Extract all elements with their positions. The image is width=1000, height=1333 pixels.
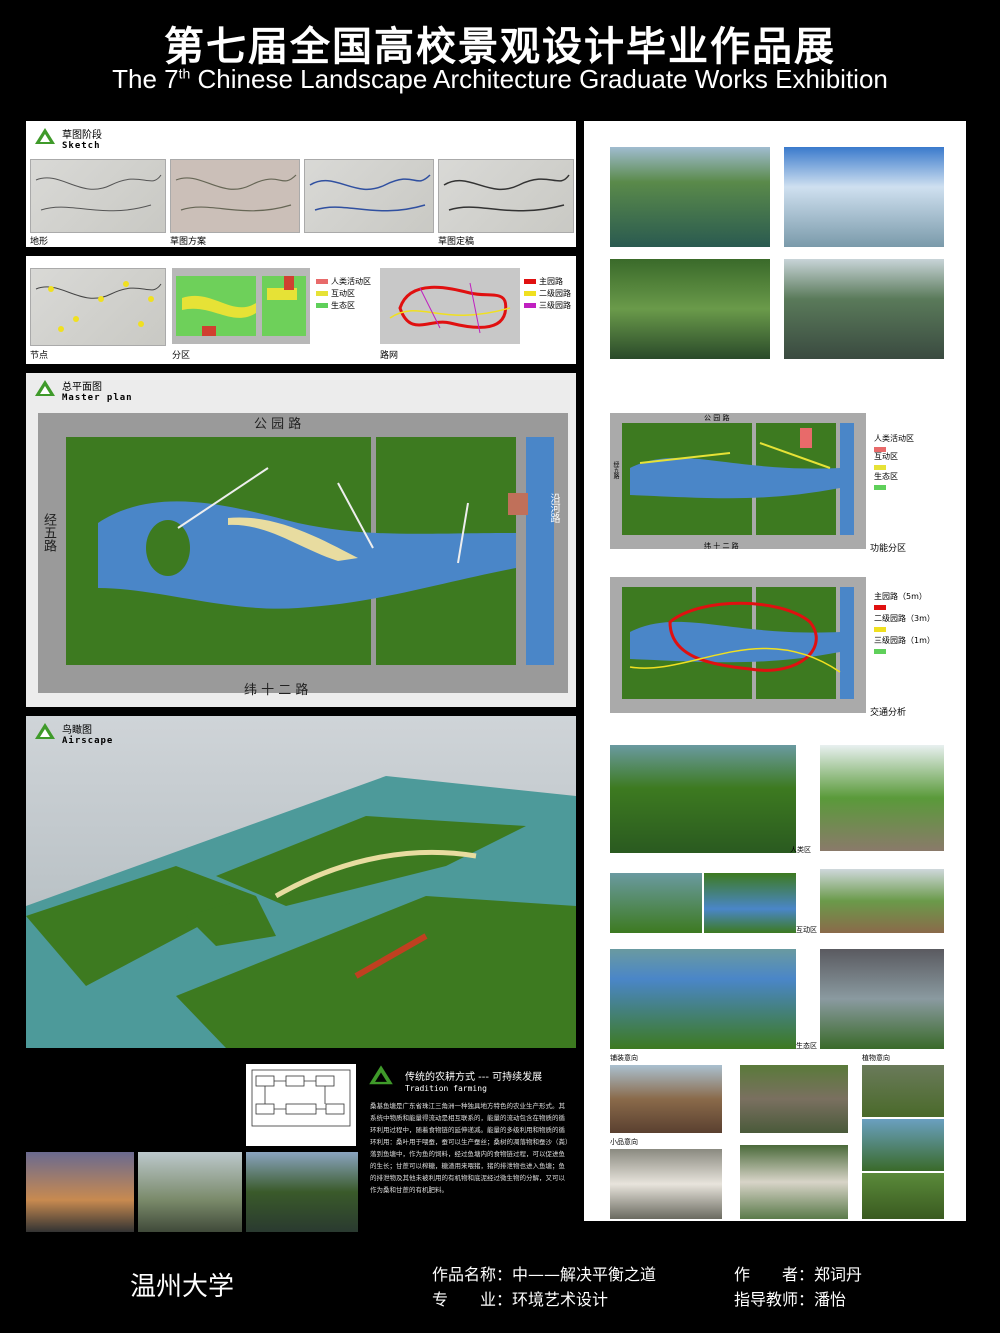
- eco-zone-photo: [820, 949, 944, 1049]
- interactive-photo: [820, 869, 944, 933]
- sketch-panel: 草图阶段 Sketch 地形 草图方案 草图定稿: [26, 121, 576, 247]
- sketch-plan-blue-image: [304, 159, 434, 233]
- sketch-plan-image: [170, 159, 300, 233]
- func-road-bottom: 纬 十 二 路: [704, 542, 739, 550]
- traffic-analysis-map: [610, 577, 866, 713]
- author-row: 作 者：郑词丹: [734, 1265, 863, 1284]
- road-legend-tertiary: 三级园路: [524, 300, 571, 311]
- logo-icon: [35, 380, 55, 396]
- poster-title-en: The 7th Chinese Landscape Architecture G…: [112, 64, 888, 94]
- func-legend-human: 人类活动区: [874, 433, 914, 452]
- master-plan-panel: 总平面图 Master plan 公 园 路 纬 十 二 路 经五路 沿河路: [26, 373, 576, 707]
- road-network-image: [380, 268, 520, 344]
- sketch-final-image: [438, 159, 574, 233]
- eco-zone-render: [610, 949, 796, 1049]
- sculpture-photo: [610, 1149, 722, 1219]
- sketch-heading-cn: 草图阶段: [62, 130, 102, 141]
- airscape-heading-en: Airscape: [62, 736, 114, 746]
- stone-inscription-photo: [740, 1145, 848, 1219]
- road-legend-main: 主园路: [524, 276, 563, 287]
- caption-eco-zone: 生态区: [796, 1042, 817, 1050]
- caption-terrain: 地形: [30, 237, 49, 247]
- road-legend-secondary: 二级园路: [524, 288, 571, 299]
- master-plan-map: [38, 413, 568, 693]
- caption-plants: 植物意向: [862, 1054, 890, 1062]
- master-road-top: 公 园 路: [254, 417, 302, 432]
- plant-photo-2: [862, 1119, 944, 1171]
- tradition-heading-cn: 传统的农耕方式 --- 可持续发展: [405, 1072, 543, 1083]
- logo-icon: [35, 723, 55, 739]
- trees-reflection-photo: [246, 1152, 358, 1232]
- boardwalk-paving-photo: [610, 1065, 722, 1133]
- func-legend-eco: 生态区: [874, 471, 898, 490]
- boardwalk-lake-photo: [610, 147, 770, 247]
- work-name-row: 作品名称：中——解决平衡之道: [432, 1265, 657, 1284]
- school-name: 温州大学: [130, 1272, 235, 1302]
- caption-sketch-final: 草图定稿: [438, 237, 475, 247]
- plant-photo-1: [862, 1065, 944, 1117]
- airscape-render: [26, 776, 576, 1048]
- master-plan-heading-cn: 总平面图: [62, 382, 102, 393]
- caption-human-zone: 人类区: [790, 846, 811, 854]
- caption-small-items: 小品意向: [610, 1138, 638, 1146]
- func-road-top: 公 园 路: [704, 414, 730, 422]
- human-zone-render: [610, 745, 796, 853]
- caption-roads: 路网: [380, 351, 399, 361]
- caption-zones: 分区: [172, 351, 191, 361]
- func-road-left: 经五路: [612, 461, 619, 479]
- tradition-paragraph: 桑基鱼塘是广东省珠江三角洲一种独具地方特色的农业生产形式。其系统中物质和能量得流…: [370, 1102, 569, 1194]
- human-zone-photo: [820, 745, 944, 851]
- analysis-panel: 人类活动区 互动区 生态区 主园路 二级园路 三级园路 节点 分区 路网: [26, 256, 576, 364]
- caption-interactive-zone: 互动区: [796, 926, 817, 934]
- caption-traffic-analysis: 交通分析: [870, 708, 907, 718]
- master-road-right: 沿河路: [548, 493, 559, 523]
- zone-legend-human: 人类活动区: [316, 276, 371, 287]
- traffic-legend-secondary: 二级园路（3m）: [874, 613, 935, 632]
- sunset-pavilion-photo: [26, 1152, 134, 1232]
- cycle-diagram: [246, 1064, 356, 1146]
- interactive-render-2: [704, 873, 796, 933]
- nodes-image: [30, 268, 166, 346]
- pavilion-lake-photo: [784, 147, 944, 247]
- caption-nodes: 节点: [30, 351, 49, 361]
- stone-path-photo: [740, 1065, 848, 1133]
- plant-photo-3: [862, 1173, 944, 1219]
- zigzag-bridge-photo: [784, 259, 944, 359]
- master-plan-heading-en: Master plan: [62, 393, 133, 403]
- caption-paving: 铺装意向: [610, 1054, 638, 1062]
- master-road-bottom: 纬 十 二 路: [244, 683, 309, 698]
- sketch-heading-en: Sketch: [62, 141, 101, 151]
- traffic-legend-main: 主园路（5m）: [874, 591, 927, 610]
- master-road-left: 经五路: [41, 513, 56, 552]
- function-zone-map: [610, 413, 866, 549]
- lotus-boardwalk-photo: [610, 259, 770, 359]
- tradition-heading-en: Tradition farming: [405, 1084, 487, 1093]
- func-legend-interactive: 互动区: [874, 451, 898, 470]
- caption-sketch-plan: 草图方案: [170, 237, 207, 247]
- airscape-heading-cn: 鸟瞰图: [62, 725, 92, 736]
- zone-legend-interactive: 互动区: [316, 288, 355, 299]
- interactive-render-1: [610, 873, 702, 933]
- traffic-legend-tertiary: 三级园路（1m）: [874, 635, 935, 654]
- logo-icon: [35, 128, 55, 144]
- airscape-panel: 鸟瞰图 Airscape: [26, 716, 576, 1048]
- major-row: 专 业：环境艺术设计: [432, 1290, 609, 1309]
- pond-fountain-photo: [138, 1152, 242, 1232]
- right-column-panel: 公 园 路 纬 十 二 路 经五路 人类活动区 互动区 生态区 功能分区 主园路…: [584, 121, 966, 1221]
- sketch-terrain-image: [30, 159, 166, 233]
- advisor-row: 指导教师：潘怡: [734, 1290, 847, 1309]
- zone-legend-eco: 生态区: [316, 300, 355, 311]
- zones-image: [172, 268, 310, 344]
- caption-function-zone: 功能分区: [870, 544, 907, 554]
- tradition-logo-icon: [369, 1065, 393, 1085]
